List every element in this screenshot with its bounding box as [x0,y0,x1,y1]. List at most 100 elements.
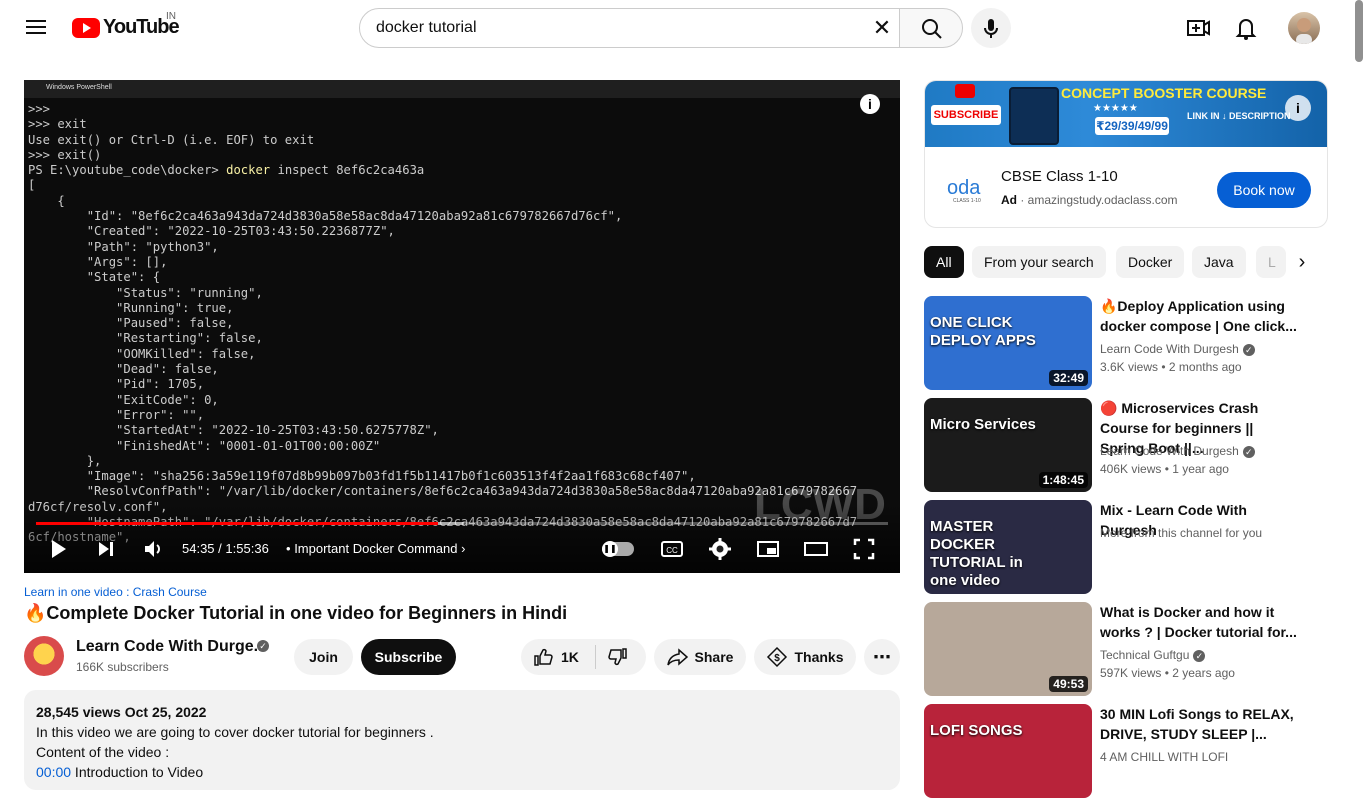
ad-title[interactable]: CBSE Class 1-10 [1001,168,1118,185]
rec-title[interactable]: What is Docker and how it works ? | Dock… [1100,602,1300,642]
volume-button[interactable] [138,533,170,565]
skip-next-icon [99,542,113,556]
chapter-button[interactable]: • Important Docker Command › [286,541,465,556]
theater-mode-button[interactable] [800,533,832,565]
youtube-logo[interactable]: YouTube [72,16,180,39]
clear-search-icon[interactable]: ✕ [870,16,894,40]
terminal-line: "Restarting": false, [28,331,263,346]
video-hashtags[interactable]: Learn in one video : Crash Course [24,585,207,599]
microphone-icon [984,19,998,38]
description-line: Content of the video : [36,744,170,760]
subscribe-button[interactable]: Subscribe [361,639,456,675]
autoplay-toggle[interactable]: ❚❚ [602,541,634,557]
subscribe-label: Subscribe [374,649,443,665]
rec-thumbnail[interactable]: MASTER DOCKER TUTORIAL in one video [924,500,1092,594]
share-button[interactable]: Share [654,639,746,675]
timestamp-link[interactable]: 00:00 [36,764,71,780]
ad-domain: amazingstudy.odaclass.com [1027,193,1178,207]
next-button[interactable] [90,533,122,565]
dislike-button[interactable] [608,647,628,667]
chip-docker[interactable]: Docker [1116,246,1185,278]
chip-from-your-search[interactable]: From your search [972,246,1106,278]
terminal-line: >>> exit [28,117,87,132]
account-avatar[interactable] [1288,12,1320,44]
join-button[interactable]: Join [294,639,353,675]
notifications-button[interactable] [1226,8,1266,48]
search-input[interactable]: docker tutorial [359,8,900,48]
time-current: 54:35 [182,541,215,556]
thanks-button[interactable]: $ Thanks [754,639,856,675]
channel-avatar[interactable] [24,636,64,676]
terminal-line: "Id": "8ef6c2ca463a943da724d3830a58e58ac… [28,209,623,224]
time-display: 54:35 / 1:55:36 [182,541,269,556]
more-icon: ⋯ [873,646,891,667]
search-icon [922,19,942,39]
settings-button[interactable] [704,533,736,565]
rec-channel[interactable]: 4 AM CHILL WITH LOFI [1100,750,1228,764]
terminal-line: Use exit() or Ctrl-D (i.e. EOF) to exit [28,132,315,147]
page-scrollbar-thumb[interactable] [1355,0,1363,62]
miniplayer-button[interactable] [752,533,784,565]
fullscreen-button[interactable] [848,533,880,565]
rec-thumbnail[interactable]: ONE CLICK DEPLOY APPS 32:49 [924,296,1092,390]
verified-icon: ✓ [1242,445,1255,458]
play-icon [52,540,66,558]
search-button[interactable] [899,8,963,48]
page-scrollbar[interactable] [1352,0,1366,768]
terminal-output: >>> >>> exit Use exit() or Ctrl-D (i.e. EO… [28,102,857,546]
ad-banner-image[interactable]: SUBSCRIBE CONCEPT BOOSTER COURSE ★★★★★ ₹… [925,81,1327,147]
chip-all[interactable]: All [924,246,964,278]
terminal-line: "Status": "running", [28,285,263,300]
rec-channel-name: 4 AM CHILL WITH LOFI [1100,750,1229,764]
chevron-right-icon: › [461,541,466,556]
terminal-line: "FinishedAt": "0001-01-01T00:00:00Z" [28,438,381,453]
like-button[interactable]: 1K [533,647,579,667]
info-icon[interactable]: i [860,94,880,114]
ad-banner-headline: CONCEPT BOOSTER COURSE [1061,85,1267,101]
voice-search-button[interactable] [971,8,1011,48]
ad-cta-button[interactable]: Book now [1217,172,1311,208]
chevron-right-icon[interactable]: › [1288,248,1316,276]
rec-thumbnail[interactable]: 49:53 [924,602,1092,696]
gear-icon [709,538,731,560]
chip-truncated[interactable]: L [1256,246,1286,278]
rec-title[interactable]: 30 MIN Lofi Songs to RELAX, DRIVE, STUDY… [1100,704,1300,744]
ad-card[interactable]: SUBSCRIBE CONCEPT BOOSTER COURSE ★★★★★ ₹… [924,80,1328,228]
bell-icon [1235,19,1257,40]
terminal-line: "Error": "", [28,407,205,422]
terminal-line: "State": { [28,270,161,285]
advertiser-logo-caption: CLASS 1-10 [953,198,981,204]
ad-subscribe-badge: SUBSCRIBE [931,105,1001,125]
rec-thumbnail[interactable]: Micro Services 1:48:45 [924,398,1092,492]
description-line: In this video we are going to cover dock… [36,724,434,740]
rec-channel[interactable]: More from this channel for you [1100,526,1262,540]
chip-java[interactable]: Java [1192,246,1246,278]
advertiser-logo: oda [947,177,981,199]
views-and-date: 28,545 views Oct 25, 2022 [36,704,207,720]
progress-bar[interactable] [36,522,888,525]
rec-meta: 597K views • 2 years ago [1100,666,1235,680]
rec-channel-name: Learn Code With Durgesh [1100,342,1239,356]
terminal-line: "StartedAt": "2022-10-25T03:43:50.627577… [28,423,439,438]
menu-icon[interactable] [24,16,48,40]
play-button[interactable] [42,533,74,565]
time-total: 1:55:36 [225,541,269,556]
rec-channel[interactable]: Learn Code With Durgesh ✓ [1100,444,1255,458]
more-actions-button[interactable]: ⋯ [864,639,900,675]
channel-name[interactable]: Learn Code With Durge... [76,638,267,656]
rec-channel[interactable]: Technical Guftgu ✓ [1100,648,1206,662]
terminal-line: "ResolvConfPath": "/var/lib/docker/conta… [28,484,858,499]
subtitles-button[interactable]: CC [656,533,688,565]
rec-thumbnail[interactable]: LOFI SONGS [924,704,1092,798]
video-player[interactable]: Windows PowerShell >>> >>> exit Use exit()… [24,80,900,573]
terminal-line: "Pid": 1705, [28,377,205,392]
star-rating-icon: ★★★★★ [1093,103,1138,114]
ad-info-icon[interactable]: i [1285,95,1311,121]
share-icon [666,648,688,666]
description-box[interactable]: 28,545 views Oct 25, 2022 In this video … [24,690,900,790]
rec-title[interactable]: 🔥Deploy Application using docker compose… [1100,296,1300,336]
rec-thumbnail-caption: LOFI SONGS [930,722,1023,739]
create-button[interactable] [1178,8,1218,48]
description-line: Introduction to Video [71,764,204,780]
rec-channel[interactable]: Learn Code With Durgesh ✓ [1100,342,1255,356]
